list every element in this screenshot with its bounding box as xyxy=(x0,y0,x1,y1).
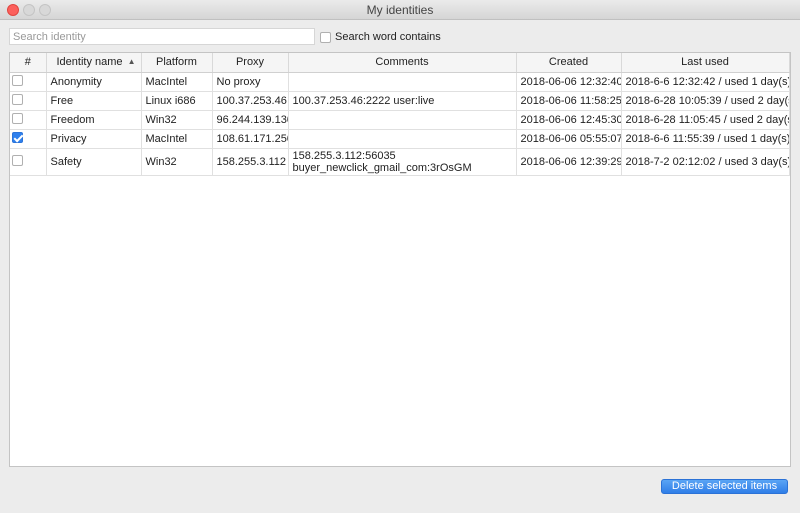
last-used-cell: 2018-6-28 11:05:45 / used 2 day(s) xyxy=(621,110,790,130)
identity-name-cell: Free xyxy=(46,91,142,111)
column-header-platform[interactable]: Platform xyxy=(141,53,213,73)
comments-line: 158.255.3.112:56035 xyxy=(292,149,396,162)
sort-ascending-icon: ▲ xyxy=(127,57,136,66)
last-used-cell: 2018-6-6 11:55:39 / used 1 day(s) xyxy=(621,129,790,149)
row-checkbox[interactable] xyxy=(12,154,23,166)
column-header-created[interactable]: Created xyxy=(516,53,622,73)
comments-cell xyxy=(288,110,517,130)
platform-cell: MacIntel xyxy=(141,129,213,149)
row-checkbox[interactable] xyxy=(12,112,23,124)
column-header-label: Identity name xyxy=(56,56,123,69)
search-contains-checkbox[interactable] xyxy=(320,31,331,43)
window-title: My identities xyxy=(366,3,434,17)
platform-cell: Win32 xyxy=(141,148,213,176)
identity-name-cell: Privacy xyxy=(46,129,142,149)
identities-window: My identities Search word contains # Ide… xyxy=(0,0,800,513)
row-select-cell[interactable] xyxy=(10,110,47,130)
column-header-comments[interactable]: Comments xyxy=(288,53,517,73)
comments-cell: 100.37.253.46:2222 user:live xyxy=(288,91,517,111)
created-cell: 2018-06-06 11:58:25 xyxy=(516,91,622,111)
identities-table: # Identity name ▲ Platform Proxy Comment… xyxy=(9,52,791,467)
identity-name-cell: Freedom xyxy=(46,110,142,130)
table-row[interactable]: Free Linux i686 100.37.253.46 100.37.253… xyxy=(10,91,790,111)
identity-name-cell: Anonymity xyxy=(46,72,142,92)
column-header-last-used[interactable]: Last used xyxy=(621,53,790,73)
row-select-cell[interactable] xyxy=(10,148,47,176)
table-row[interactable]: Freedom Win32 96.244.139.130 2018-06-06 … xyxy=(10,110,790,130)
table-row[interactable]: Safety Win32 158.255.3.112 158.255.3.112… xyxy=(10,148,790,176)
table-row[interactable]: Privacy MacIntel 108.61.171.250 2018-06-… xyxy=(10,129,790,149)
row-checkbox[interactable] xyxy=(12,93,23,105)
comments-line: buyer_newclick_gmail_com:3rOsGM xyxy=(292,161,472,174)
created-cell: 2018-06-06 12:45:30 xyxy=(516,110,622,130)
proxy-cell: 108.61.171.250 xyxy=(212,129,289,149)
search-input[interactable] xyxy=(9,28,315,45)
platform-cell: Linux i686 xyxy=(141,91,213,111)
proxy-cell: 158.255.3.112 xyxy=(212,148,289,176)
column-header-select[interactable]: # xyxy=(10,53,47,73)
identity-name-cell: Safety xyxy=(46,148,142,176)
comments-cell: 158.255.3.112:56035 buyer_newclick_gmail… xyxy=(288,148,517,176)
row-select-cell[interactable] xyxy=(10,72,47,92)
platform-cell: Win32 xyxy=(141,110,213,130)
delete-selected-button[interactable]: Delete selected items xyxy=(661,479,788,494)
last-used-cell: 2018-7-2 02:12:02 / used 3 day(s) xyxy=(621,148,790,176)
row-checkbox-checked[interactable] xyxy=(12,131,23,143)
proxy-cell: 96.244.139.130 xyxy=(212,110,289,130)
search-contains-option[interactable]: Search word contains xyxy=(320,30,441,44)
row-select-cell[interactable] xyxy=(10,91,47,111)
column-header-identity-name[interactable]: Identity name ▲ xyxy=(46,53,142,73)
platform-cell: MacIntel xyxy=(141,72,213,92)
row-select-cell[interactable] xyxy=(10,129,47,149)
comments-cell xyxy=(288,72,517,92)
column-header-proxy[interactable]: Proxy xyxy=(212,53,289,73)
comments-cell xyxy=(288,129,517,149)
table-header-row: # Identity name ▲ Platform Proxy Comment… xyxy=(10,53,790,73)
title-bar: My identities xyxy=(0,0,800,20)
created-cell: 2018-06-06 05:55:07 xyxy=(516,129,622,149)
last-used-cell: 2018-6-28 10:05:39 / used 2 day(s) xyxy=(621,91,790,111)
created-cell: 2018-06-06 12:39:29 xyxy=(516,148,622,176)
table-row[interactable]: Anonymity MacIntel No proxy 2018-06-06 1… xyxy=(10,72,790,92)
proxy-cell: No proxy xyxy=(212,72,289,92)
row-checkbox[interactable] xyxy=(12,74,23,86)
search-contains-label: Search word contains xyxy=(335,31,441,43)
last-used-cell: 2018-6-6 12:32:42 / used 1 day(s) xyxy=(621,72,790,92)
created-cell: 2018-06-06 12:32:40 xyxy=(516,72,622,92)
proxy-cell: 100.37.253.46 xyxy=(212,91,289,111)
